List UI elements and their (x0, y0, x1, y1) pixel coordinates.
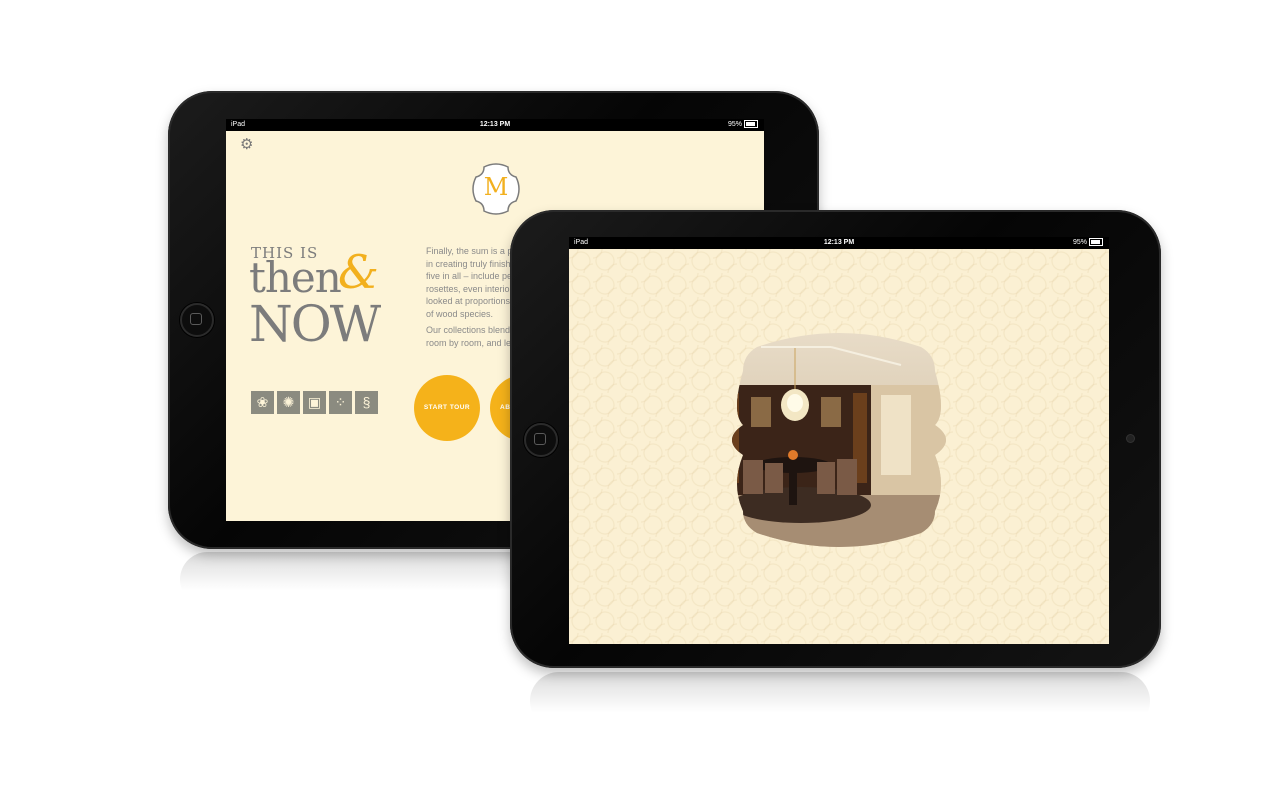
front-ipad: iPad 12:13 PM 95% (510, 210, 1161, 668)
title-ampersand: & (338, 245, 379, 299)
splash-view (569, 249, 1109, 644)
collection-tile-sunburst-icon[interactable]: ✺ (277, 391, 300, 414)
front-camera (1127, 435, 1134, 442)
back-status-bar: iPad 12:13 PM 95% (226, 119, 764, 131)
settings-gear-icon[interactable]: ⚙ (240, 135, 253, 153)
dining-room-photo (732, 333, 946, 547)
clock: 12:13 PM (823, 239, 855, 246)
back-home-button[interactable] (180, 303, 214, 337)
start-tour-button[interactable]: START TOUR (414, 375, 480, 441)
collection-tile-scroll-icon[interactable]: § (355, 391, 378, 414)
front-ipad-reflection (530, 672, 1150, 730)
front-screen: iPad 12:13 PM 95% (569, 237, 1109, 644)
logo-letter: M (483, 173, 509, 201)
battery-status: 95% (1073, 237, 1103, 249)
collection-tile-dots-icon[interactable]: ⁘ (329, 391, 352, 414)
collection-tile-square-icon[interactable]: ▣ (303, 391, 326, 414)
collection-tiles: ❀ ✺ ▣ ⁘ § (251, 391, 378, 414)
front-status-bar: iPad 12:13 PM 95% (569, 237, 1109, 249)
collection-tile-rosette-icon[interactable]: ❀ (251, 391, 274, 414)
battery-status: 95% (728, 119, 758, 131)
title-line-3: NOW (249, 295, 381, 353)
front-home-button[interactable] (524, 423, 558, 457)
battery-icon (744, 120, 758, 129)
battery-icon (1089, 238, 1103, 247)
clock: 12:13 PM (479, 121, 511, 128)
